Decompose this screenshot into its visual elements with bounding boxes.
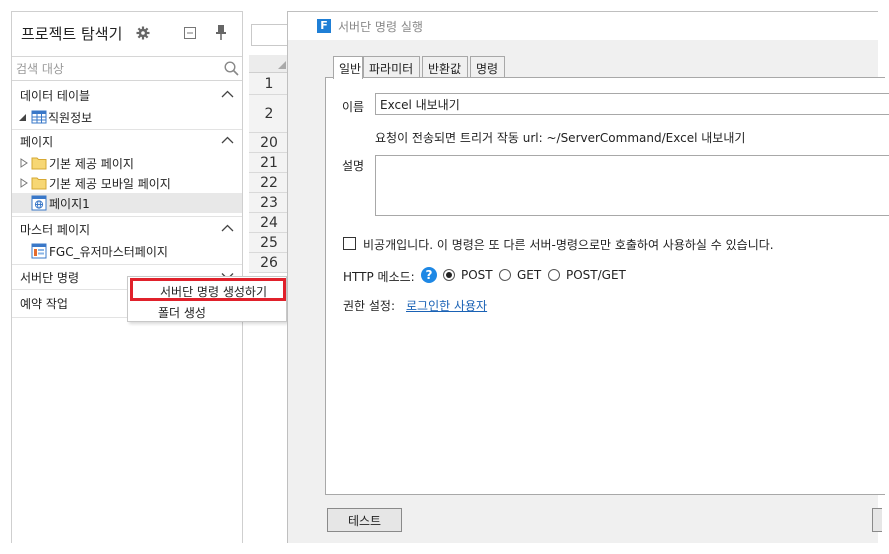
tab-parameters[interactable]: 파라미터 <box>363 56 420 78</box>
context-menu: 서버단 명령 생성하기 폴더 생성 <box>127 276 287 322</box>
row-number[interactable]: 21 <box>249 153 289 173</box>
radio-post-label: POST <box>461 268 493 282</box>
folder-icon <box>31 157 47 170</box>
section-label: 페이지 <box>20 135 54 149</box>
collapse-all-icon[interactable] <box>184 27 196 39</box>
app-logo-icon: F <box>317 19 331 33</box>
row-number[interactable]: 20 <box>249 133 289 153</box>
tree-item-employee-table[interactable]: 직원정보 <box>12 107 243 127</box>
tree-item-label: 기본 제공 모바일 페이지 <box>49 177 171 191</box>
collapsed-triangle-icon[interactable] <box>20 158 28 168</box>
tree-item-page1[interactable]: 페이지1 <box>12 193 243 213</box>
tree-item-label: 페이지1 <box>49 197 90 211</box>
create-folder-menu-item[interactable]: 폴더 생성 <box>158 304 206 321</box>
chevron-up-icon[interactable] <box>221 135 234 145</box>
section-label: 데이터 테이블 <box>20 89 91 103</box>
command-name-input[interactable] <box>375 93 889 115</box>
test-button[interactable]: 테스트 <box>327 508 402 532</box>
section-pages[interactable]: 페이지 <box>12 129 243 153</box>
private-label: 비공개입니다. 이 명령은 또 다른 서버-명령으로만 호출하여 사용하실 수 … <box>363 238 774 252</box>
explorer-search <box>12 56 243 81</box>
row-number[interactable]: 23 <box>249 193 289 213</box>
row-number[interactable]: 24 <box>249 213 289 233</box>
permission-link[interactable]: 로그인한 사용자 <box>406 297 487 314</box>
tree-item-user-master-page[interactable]: FGC_유저마스터페이지 <box>12 241 243 261</box>
description-textarea[interactable] <box>375 155 889 216</box>
pin-icon[interactable] <box>214 24 228 40</box>
expanded-triangle-icon[interactable] <box>19 112 27 122</box>
name-label: 이름 <box>342 100 365 114</box>
explorer-title: 프로젝트 탐색기 <box>21 25 123 43</box>
chevron-up-icon[interactable] <box>221 89 234 99</box>
corner-triangle-icon <box>278 61 286 69</box>
server-command-dialog: F 서버단 명령 실행 일반 파라미터 반환값 명령 이름 요청이 전송되면 트… <box>287 11 889 543</box>
chevron-up-icon[interactable] <box>221 223 234 233</box>
tree-item-label: FGC_유저마스터페이지 <box>49 245 168 259</box>
gear-icon[interactable] <box>136 26 150 40</box>
tab-commands[interactable]: 명령 <box>470 56 505 78</box>
tree-item-builtin-mobile-pages[interactable]: 기본 제공 모바일 페이지 <box>12 173 243 193</box>
http-method-label: HTTP 메소드: <box>343 270 415 284</box>
search-input[interactable] <box>12 57 217 80</box>
dialog-titlebar: F 서버단 명령 실행 <box>288 12 879 40</box>
tab-general[interactable]: 일반 <box>333 56 363 79</box>
private-checkbox[interactable] <box>343 237 356 250</box>
select-all-corner[interactable] <box>249 55 289 73</box>
tree-item-label: 직원정보 <box>48 111 93 125</box>
tree-item-builtin-pages[interactable]: 기본 제공 페이지 <box>12 153 243 173</box>
formula-bar[interactable] <box>251 24 291 46</box>
create-server-command-menu-item[interactable]: 서버단 명령 생성하기 <box>130 278 286 301</box>
trigger-url-text: 요청이 전송되면 트리거 작동 url: ~/ServerCommand/Exc… <box>375 131 746 145</box>
folder-icon <box>31 177 47 190</box>
section-label: 서버단 명령 <box>20 271 80 285</box>
section-master-pages[interactable]: 마스터 페이지 <box>12 217 243 241</box>
row-number[interactable]: 2 <box>249 95 289 133</box>
row-number[interactable]: 1 <box>249 73 289 95</box>
search-icon[interactable] <box>224 61 239 76</box>
explorer-header: 프로젝트 탐색기 <box>12 12 243 54</box>
radio-get[interactable] <box>499 269 511 281</box>
section-data-table[interactable]: 데이터 테이블 <box>12 83 243 107</box>
dialog-title: 서버단 명령 실행 <box>338 20 423 34</box>
description-label: 설명 <box>342 159 365 173</box>
row-number[interactable]: 22 <box>249 173 289 193</box>
tree-item-label: 기본 제공 페이지 <box>49 157 134 171</box>
general-tab-panel: 이름 요청이 전송되면 트리거 작동 url: ~/ServerCommand/… <box>325 77 889 495</box>
radio-post-get[interactable] <box>548 269 560 281</box>
ok-button-partial[interactable] <box>872 508 882 532</box>
radio-post[interactable] <box>443 269 455 281</box>
row-number[interactable]: 25 <box>249 233 289 253</box>
radio-get-label: GET <box>517 268 542 282</box>
tab-return-value[interactable]: 반환값 <box>422 56 468 78</box>
section-label: 마스터 페이지 <box>20 223 91 237</box>
master-page-icon <box>31 243 47 259</box>
radio-post-get-label: POST/GET <box>566 268 626 282</box>
web-page-icon <box>31 195 47 211</box>
help-icon[interactable]: ? <box>421 267 437 283</box>
permission-label: 권한 설정: <box>343 299 396 313</box>
table-icon <box>31 110 47 124</box>
section-label: 예약 작업 <box>20 297 68 311</box>
row-number[interactable]: 26 <box>249 253 289 273</box>
collapsed-triangle-icon[interactable] <box>20 178 28 188</box>
